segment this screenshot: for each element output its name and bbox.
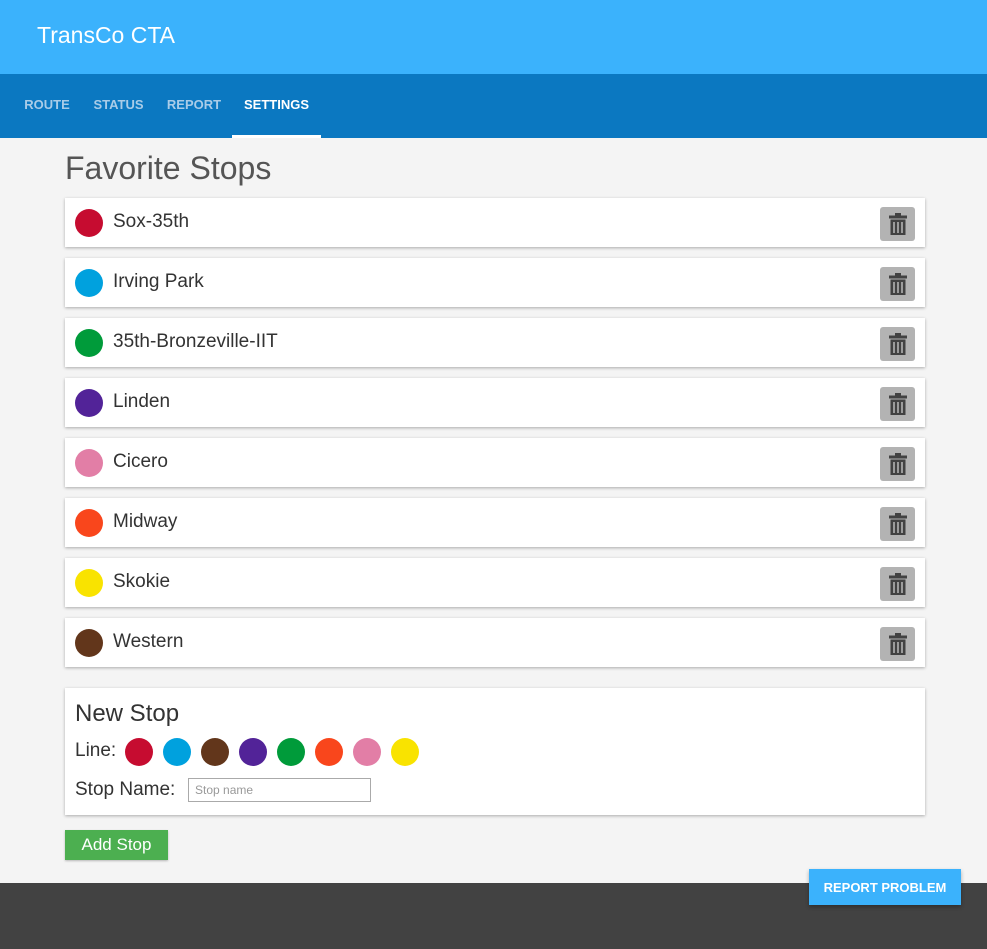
favorite-stop-card: Irving Park <box>65 258 925 307</box>
favorite-stop-card: 35th-Bronzeville-IIT <box>65 318 925 367</box>
line-color-picker <box>125 738 429 766</box>
favorite-stop-card: Linden <box>65 378 925 427</box>
line-color-dot <box>75 329 103 357</box>
trash-icon <box>888 633 907 655</box>
add-stop-button[interactable]: Add Stop <box>65 830 168 860</box>
tab-settings[interactable]: SETTINGS <box>232 74 321 138</box>
favorite-stop-card: Midway <box>65 498 925 547</box>
line-color-dot <box>75 629 103 657</box>
app-bar: TransCo CTA <box>0 0 987 74</box>
line-color-option[interactable] <box>277 738 305 766</box>
line-color-option[interactable] <box>163 738 191 766</box>
favorite-stop-card: Western <box>65 618 925 667</box>
favorite-stop-card: Sox-35th <box>65 198 925 247</box>
line-color-option[interactable] <box>353 738 381 766</box>
new-stop-title: New Stop <box>75 700 180 727</box>
stop-name: Irving Park <box>113 271 204 292</box>
delete-stop-button[interactable] <box>880 207 915 241</box>
app-title: TransCo CTA <box>37 22 176 48</box>
trash-icon <box>888 513 907 535</box>
stop-name-label: Stop Name: <box>75 779 176 800</box>
stop-name: Midway <box>113 511 178 532</box>
trash-icon <box>888 393 907 415</box>
page-title: Favorite Stops <box>65 150 272 186</box>
line-label: Line: <box>75 740 117 761</box>
line-color-option[interactable] <box>391 738 419 766</box>
trash-icon <box>888 453 907 475</box>
line-color-option[interactable] <box>125 738 153 766</box>
trash-icon <box>888 333 907 355</box>
stop-name: Western <box>113 631 184 652</box>
delete-stop-button[interactable] <box>880 387 915 421</box>
line-color-option[interactable] <box>201 738 229 766</box>
tab-report[interactable]: REPORT <box>156 74 232 138</box>
delete-stop-button[interactable] <box>880 267 915 301</box>
favorite-stop-card: Cicero <box>65 438 925 487</box>
trash-icon <box>888 273 907 295</box>
line-color-dot <box>75 389 103 417</box>
tab-bar: ROUTE STATUS REPORT SETTINGS <box>0 74 987 138</box>
favorite-stops-list: Sox-35th Irving Park 35th-Bronzeville-IIT L… <box>65 198 925 678</box>
tab-route[interactable]: ROUTE <box>13 74 81 138</box>
trash-icon <box>888 213 907 235</box>
line-color-option[interactable] <box>239 738 267 766</box>
stop-name: Skokie <box>113 571 171 592</box>
line-color-dot <box>75 269 103 297</box>
delete-stop-button[interactable] <box>880 447 915 481</box>
report-problem-button[interactable]: REPORT PROBLEM <box>809 869 961 905</box>
delete-stop-button[interactable] <box>880 627 915 661</box>
tab-status[interactable]: STATUS <box>81 74 156 138</box>
line-color-dot <box>75 209 103 237</box>
stop-name-input[interactable] <box>188 778 371 802</box>
delete-stop-button[interactable] <box>880 507 915 541</box>
delete-stop-button[interactable] <box>880 327 915 361</box>
stop-name: Linden <box>113 391 171 412</box>
stop-name: Cicero <box>113 451 168 472</box>
stop-name: Sox-35th <box>113 211 190 232</box>
line-color-dot <box>75 569 103 597</box>
favorite-stop-card: Skokie <box>65 558 925 607</box>
line-color-option[interactable] <box>315 738 343 766</box>
stop-name: 35th-Bronzeville-IIT <box>113 331 278 352</box>
line-color-dot <box>75 449 103 477</box>
trash-icon <box>888 573 907 595</box>
delete-stop-button[interactable] <box>880 567 915 601</box>
new-stop-card: New Stop Line: Stop Name: <box>65 688 925 815</box>
line-color-dot <box>75 509 103 537</box>
